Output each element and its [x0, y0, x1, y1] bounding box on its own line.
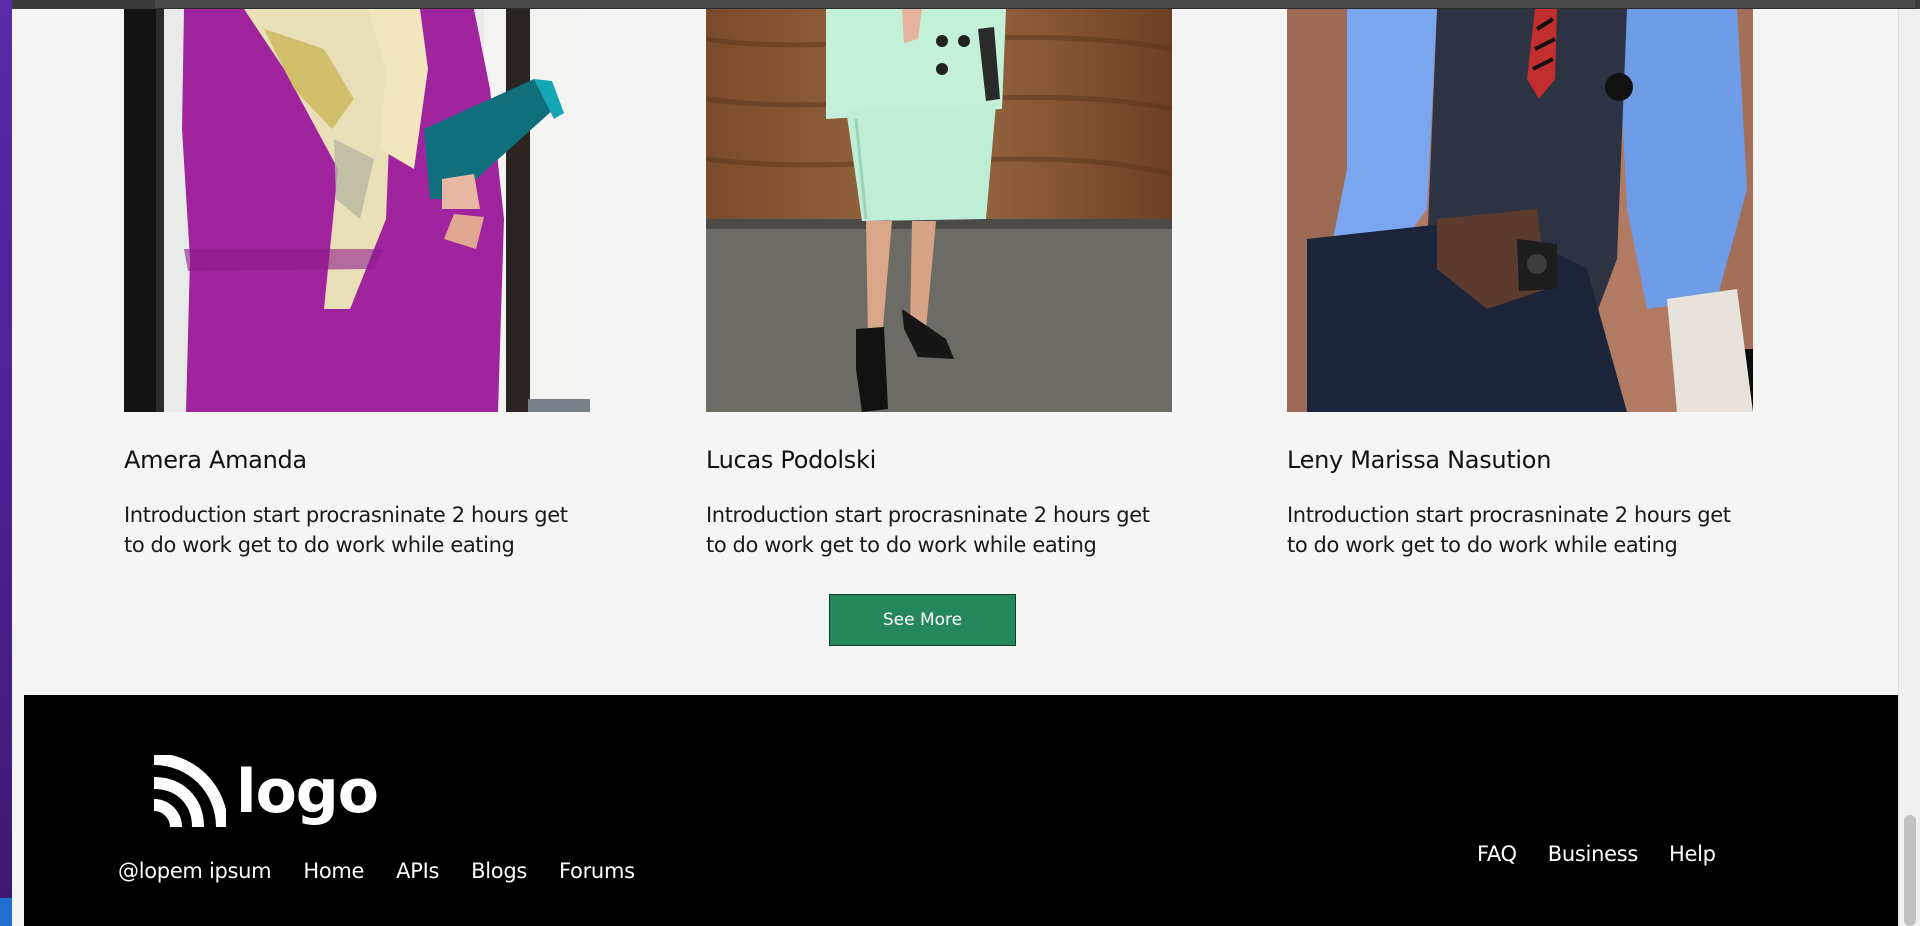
- browser-viewport: Amera Amanda Introduction start procrasn…: [12, 0, 1920, 926]
- card-name: Lucas Podolski: [706, 446, 876, 474]
- logo-text: logo: [236, 757, 379, 827]
- footer-link-home[interactable]: Home: [303, 859, 364, 883]
- footer-link-apis[interactable]: APIs: [396, 859, 439, 883]
- taskbar-edge: [0, 898, 12, 926]
- signal-arcs-logo-icon: [153, 755, 226, 828]
- card-name: Amera Amanda: [124, 446, 307, 474]
- card-description: Introduction start procrasninate 2 hours…: [706, 503, 1150, 557]
- see-more-button[interactable]: See More: [829, 594, 1016, 646]
- footer-link-blogs[interactable]: Blogs: [471, 859, 527, 883]
- footer-link-faq[interactable]: FAQ: [1477, 842, 1517, 866]
- footer-link-help[interactable]: Help: [1669, 842, 1716, 866]
- footer-link-lopem-ipsum[interactable]: @lopem ipsum: [118, 859, 272, 883]
- browser-chrome-edge: [12, 0, 1920, 9]
- footer: logo @lopem ipsum Home APIs Blogs Forums…: [24, 695, 1898, 926]
- card-photo: [706, 9, 1172, 412]
- card-photo: [124, 9, 590, 412]
- footer-left-links: @lopem ipsum Home APIs Blogs Forums: [118, 859, 635, 883]
- card-photo: [1287, 9, 1753, 412]
- card-description: Introduction start procrasninate 2 hours…: [1287, 503, 1731, 557]
- person-purple-dress-photo: [124, 9, 590, 412]
- desktop-background: [0, 0, 12, 926]
- person-blue-shirt-photo: [1287, 9, 1753, 412]
- vertical-scrollbar[interactable]: [1898, 9, 1920, 926]
- logo[interactable]: logo: [146, 755, 379, 835]
- person-mint-suit-photo: [706, 9, 1172, 412]
- scrollbar-thumb[interactable]: [1904, 815, 1916, 926]
- footer-right-links: FAQ Business Help: [1477, 842, 1716, 866]
- footer-link-business[interactable]: Business: [1548, 842, 1639, 866]
- card-description: Introduction start procrasninate 2 hours…: [124, 503, 568, 557]
- card-name: Leny Marissa Nasution: [1287, 446, 1552, 474]
- footer-link-forums[interactable]: Forums: [559, 859, 635, 883]
